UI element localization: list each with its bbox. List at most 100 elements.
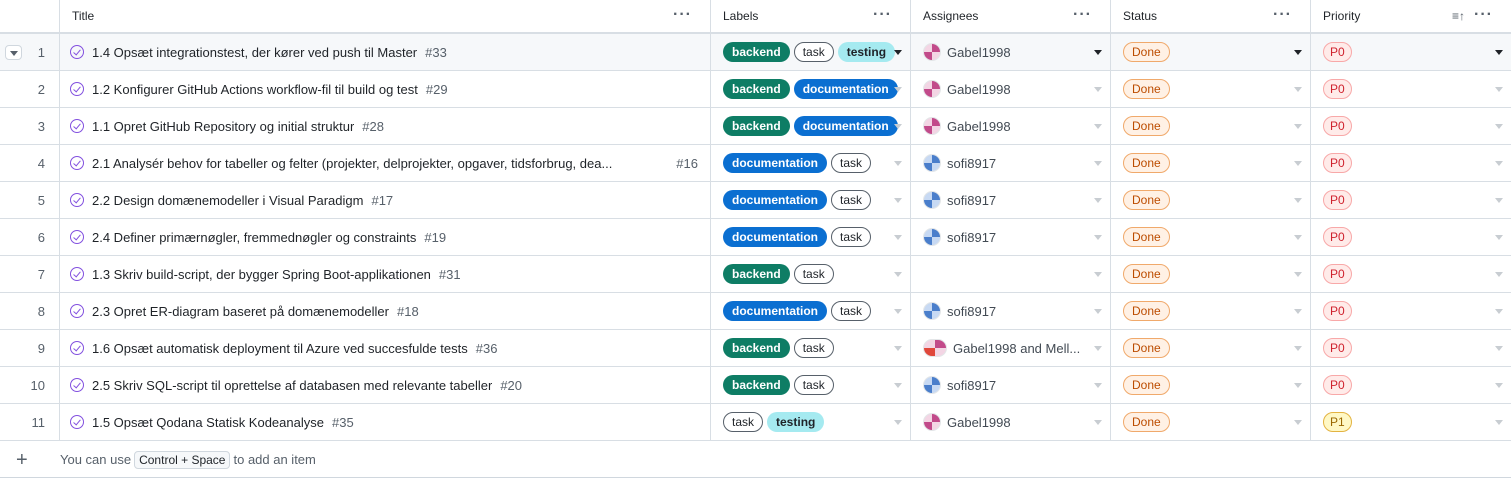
- table-row[interactable]: 8 2.3 Opret ER-diagram baseret på domæne…: [0, 293, 1511, 330]
- assignees-cell[interactable]: Gabel1998 and Mell...: [911, 330, 1111, 366]
- assignees-cell[interactable]: Gabel1998: [911, 404, 1111, 440]
- chevron-down-icon[interactable]: [1294, 383, 1302, 388]
- chevron-down-icon[interactable]: [894, 346, 902, 351]
- priority-cell[interactable]: P0: [1311, 293, 1511, 329]
- chevron-down-icon[interactable]: [894, 309, 902, 314]
- assignees-cell[interactable]: Gabel1998: [911, 34, 1111, 70]
- chevron-down-icon[interactable]: [1495, 161, 1503, 166]
- title-cell[interactable]: 2.1 Analysér behov for tabeller og felte…: [60, 145, 711, 181]
- label-documentation[interactable]: documentation: [793, 79, 898, 99]
- priority-cell[interactable]: P0: [1311, 219, 1511, 255]
- chevron-down-icon[interactable]: [894, 235, 902, 240]
- label-documentation[interactable]: documentation: [723, 153, 827, 173]
- issue-title-link[interactable]: 1.5 Opsæt Qodana Statisk Kodeanalyse: [92, 415, 324, 430]
- priority-cell[interactable]: P0: [1311, 145, 1511, 181]
- status-cell[interactable]: Done: [1111, 145, 1311, 181]
- issue-title-link[interactable]: 1.3 Skriv build-script, der bygger Sprin…: [92, 267, 431, 282]
- priority-cell[interactable]: P0: [1311, 182, 1511, 218]
- status-cell[interactable]: Done: [1111, 219, 1311, 255]
- chevron-down-icon[interactable]: [1495, 87, 1503, 92]
- priority-cell[interactable]: P0: [1311, 367, 1511, 403]
- table-row[interactable]: 10 2.5 Skriv SQL-script til oprettelse a…: [0, 367, 1511, 404]
- label-task[interactable]: task: [831, 301, 872, 321]
- priority-cell[interactable]: P0: [1311, 330, 1511, 366]
- issue-title-link[interactable]: 1.4 Opsæt integrationstest, der kører ve…: [92, 45, 417, 60]
- label-task[interactable]: task: [793, 42, 834, 62]
- title-cell[interactable]: 2.5 Skriv SQL-script til oprettelse af d…: [60, 367, 711, 403]
- assignee-name[interactable]: Gabel1998 and Mell...: [953, 341, 1080, 356]
- chevron-down-icon[interactable]: [1495, 50, 1503, 55]
- title-cell[interactable]: 2.3 Opret ER-diagram baseret på domænemo…: [60, 293, 711, 329]
- assignees-cell[interactable]: sofi8917: [911, 293, 1111, 329]
- label-backend[interactable]: backend: [723, 79, 790, 99]
- labels-cell[interactable]: backend task: [711, 367, 911, 403]
- label-documentation[interactable]: documentation: [723, 227, 827, 247]
- status-cell[interactable]: Done: [1111, 182, 1311, 218]
- assignee-name[interactable]: sofi8917: [947, 230, 996, 245]
- chevron-down-icon[interactable]: [1094, 309, 1102, 314]
- label-backend[interactable]: backend: [723, 42, 790, 62]
- column-menu-icon[interactable]: ···: [873, 6, 892, 24]
- chevron-down-icon[interactable]: [1495, 124, 1503, 129]
- chevron-down-icon[interactable]: [1094, 124, 1102, 129]
- chevron-down-icon[interactable]: [1094, 272, 1102, 277]
- priority-cell[interactable]: P1: [1311, 404, 1511, 440]
- add-item-icon[interactable]: +: [16, 450, 60, 470]
- priority-cell[interactable]: P0: [1311, 256, 1511, 292]
- chevron-down-icon[interactable]: [1094, 420, 1102, 425]
- table-row[interactable]: 1 1.4 Opsæt integrationstest, der kører …: [0, 34, 1511, 71]
- status-cell[interactable]: Done: [1111, 293, 1311, 329]
- label-task[interactable]: task: [793, 338, 834, 358]
- chevron-down-icon[interactable]: [894, 420, 902, 425]
- row-expand-chevron-icon[interactable]: [5, 45, 22, 60]
- chevron-down-icon[interactable]: [1294, 272, 1302, 277]
- labels-cell[interactable]: backend task: [711, 256, 911, 292]
- assignees-cell[interactable]: [911, 256, 1111, 292]
- status-cell[interactable]: Done: [1111, 330, 1311, 366]
- assignees-cell[interactable]: sofi8917: [911, 367, 1111, 403]
- table-row[interactable]: 9 1.6 Opsæt automatisk deployment til Az…: [0, 330, 1511, 367]
- chevron-down-icon[interactable]: [1094, 87, 1102, 92]
- assignees-cell[interactable]: sofi8917: [911, 145, 1111, 181]
- chevron-down-icon[interactable]: [1495, 235, 1503, 240]
- chevron-down-icon[interactable]: [894, 272, 902, 277]
- status-cell[interactable]: Done: [1111, 34, 1311, 70]
- chevron-down-icon[interactable]: [894, 50, 902, 55]
- priority-cell[interactable]: P0: [1311, 34, 1511, 70]
- priority-cell[interactable]: P0: [1311, 71, 1511, 107]
- issue-title-link[interactable]: 2.3 Opret ER-diagram baseret på domænemo…: [92, 304, 389, 319]
- issue-title-link[interactable]: 2.1 Analysér behov for tabeller og felte…: [92, 156, 612, 171]
- column-header-priority[interactable]: Priority ≡↑ ···: [1311, 0, 1511, 32]
- label-backend[interactable]: backend: [723, 375, 790, 395]
- issue-title-link[interactable]: 2.5 Skriv SQL-script til oprettelse af d…: [92, 378, 492, 393]
- chevron-down-icon[interactable]: [1294, 235, 1302, 240]
- table-row[interactable]: 7 1.3 Skriv build-script, der bygger Spr…: [0, 256, 1511, 293]
- title-cell[interactable]: 1.6 Opsæt automatisk deployment til Azur…: [60, 330, 711, 366]
- column-header-labels[interactable]: Labels ···: [711, 0, 911, 32]
- chevron-down-icon[interactable]: [1294, 161, 1302, 166]
- assignees-cell[interactable]: Gabel1998: [911, 71, 1111, 107]
- assignee-name[interactable]: Gabel1998: [947, 45, 1011, 60]
- status-cell[interactable]: Done: [1111, 71, 1311, 107]
- table-row[interactable]: 3 1.1 Opret GitHub Repository og initial…: [0, 108, 1511, 145]
- label-documentation[interactable]: documentation: [793, 116, 898, 136]
- label-task[interactable]: task: [793, 264, 834, 284]
- assignee-name[interactable]: Gabel1998: [947, 119, 1011, 134]
- title-cell[interactable]: 1.4 Opsæt integrationstest, der kører ve…: [60, 34, 711, 70]
- label-task[interactable]: task: [723, 412, 764, 432]
- chevron-down-icon[interactable]: [1094, 346, 1102, 351]
- label-documentation[interactable]: documentation: [723, 301, 827, 321]
- chevron-down-icon[interactable]: [1495, 198, 1503, 203]
- assignee-name[interactable]: sofi8917: [947, 156, 996, 171]
- status-cell[interactable]: Done: [1111, 367, 1311, 403]
- assignees-cell[interactable]: sofi8917: [911, 182, 1111, 218]
- label-documentation[interactable]: documentation: [723, 190, 827, 210]
- chevron-down-icon[interactable]: [1094, 198, 1102, 203]
- status-cell[interactable]: Done: [1111, 256, 1311, 292]
- column-menu-icon[interactable]: ···: [1273, 6, 1292, 24]
- issue-title-link[interactable]: 1.2 Konfigurer GitHub Actions workflow-f…: [92, 82, 418, 97]
- assignee-name[interactable]: Gabel1998: [947, 415, 1011, 430]
- label-backend[interactable]: backend: [723, 338, 790, 358]
- assignees-cell[interactable]: Gabel1998: [911, 108, 1111, 144]
- chevron-down-icon[interactable]: [894, 124, 902, 129]
